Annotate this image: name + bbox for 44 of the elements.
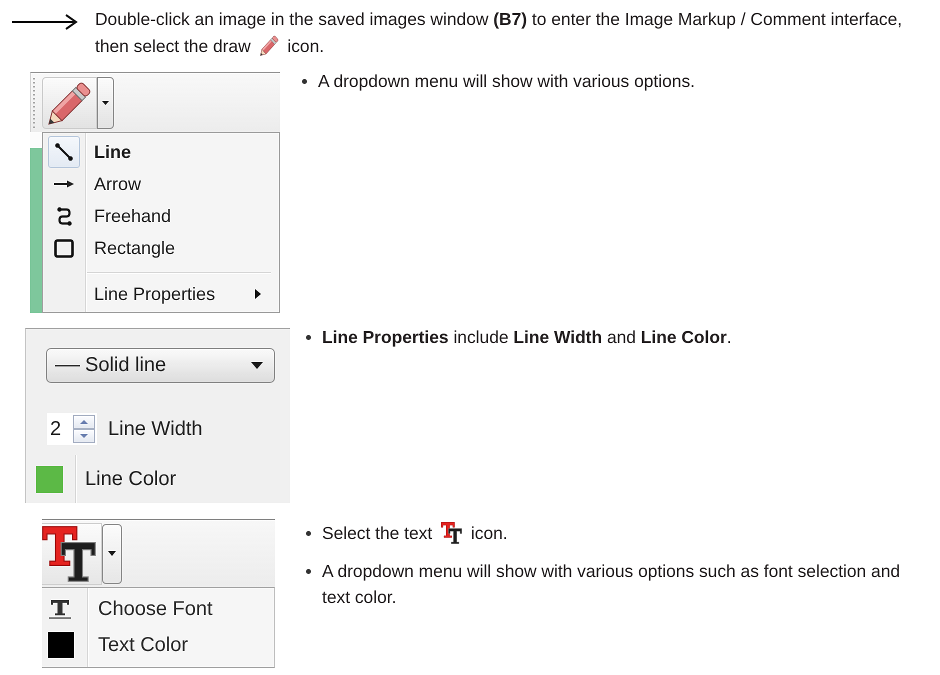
text-tool-icon [441, 522, 462, 544]
line-sample-icon [55, 364, 80, 366]
line-width-label: Line Width [108, 418, 202, 440]
pencil-icon [48, 80, 92, 124]
caret-down-icon [102, 100, 109, 104]
line-color-item[interactable]: Line Color [26, 455, 290, 503]
menu-item[interactable]: Rectangle [43, 232, 279, 264]
freehand-icon [56, 206, 72, 226]
text-tool-icon [42, 526, 96, 582]
bullet-text: Line Properties include Line Width and Line Color. [322, 326, 733, 349]
caret-down-icon [80, 434, 88, 438]
caret-down-icon [251, 362, 263, 369]
menu-item[interactable]: Line [43, 136, 279, 168]
caret-up-icon [80, 420, 88, 424]
bullet-icon [306, 530, 311, 536]
rectangle-icon [54, 238, 74, 258]
arrow-icon [54, 180, 74, 188]
draw-tool-button[interactable] [42, 76, 97, 128]
right-arrow-icon [12, 14, 78, 30]
bullet-icon [302, 78, 307, 84]
menu-item[interactable]: Arrow [43, 168, 279, 200]
instruction-text: Double-click an image in the saved images window (B7) to enter the Image Markup / Comment interface, [95, 9, 902, 29]
menu-item[interactable]: Choose Font [42, 591, 274, 627]
line-style-dropdown[interactable]: Solid line [46, 348, 275, 383]
menu-item[interactable]: Freehand [43, 200, 279, 232]
submenu-item[interactable]: Line Properties [43, 278, 279, 310]
menu-item[interactable]: Text Color [42, 627, 274, 663]
caret-right-icon [255, 289, 261, 299]
spin-up-button[interactable] [73, 415, 95, 429]
spin-down-button[interactable] [73, 429, 95, 443]
font-icon [48, 598, 72, 620]
dropdown-arrow-button[interactable] [97, 76, 114, 128]
instruction-text: then select the draw [95, 36, 251, 56]
line-width-spinner[interactable]: 2 [47, 413, 97, 445]
bullet-text: Select the text [322, 523, 432, 543]
bullet-text: A dropdown menu will show with various options such as font selection and text color. [322, 560, 902, 609]
caret-down-icon [108, 551, 116, 556]
bullet-icon [306, 334, 311, 340]
text-tool-button[interactable] [42, 522, 102, 584]
bullet-text: A dropdown menu will show with various options. [318, 70, 696, 93]
instruction-text: icon. [287, 36, 324, 56]
bullet-icon [306, 568, 311, 574]
bullet-text: icon. [470, 523, 508, 543]
pencil-icon [260, 35, 278, 56]
